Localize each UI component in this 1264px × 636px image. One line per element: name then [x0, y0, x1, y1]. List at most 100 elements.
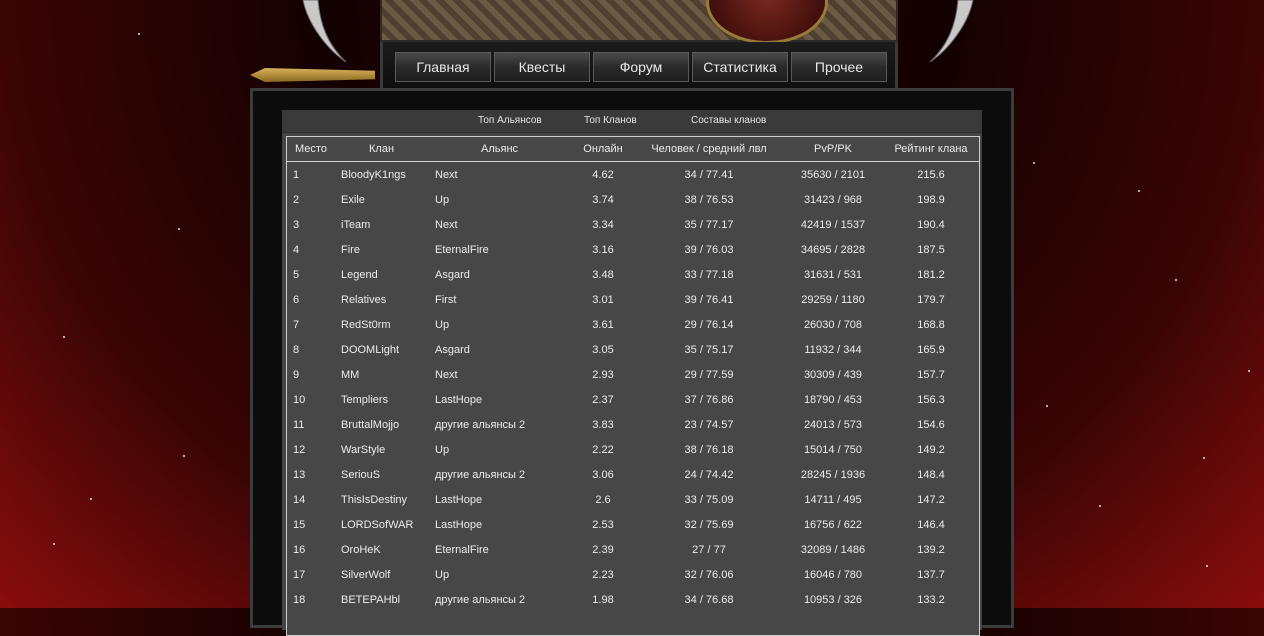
main-navigation: Главная Квесты Форум Статистика Прочее	[380, 42, 898, 90]
cell-rating-text: 139.2	[917, 544, 945, 556]
cell-rating-text: 157.7	[917, 369, 945, 381]
cell-place: 12	[293, 444, 306, 456]
cell-place: 18	[293, 594, 306, 606]
cell-people-text: 32 / 76.06	[684, 569, 734, 581]
statistics-subnav: Топ Альянсов Топ Кланов Составы кланов	[282, 110, 982, 133]
main-content: Топ Альянсов Топ Кланов Составы кланов М…	[282, 110, 982, 636]
cell-alliance: EternalFire	[435, 544, 489, 556]
header-clan: Клан	[369, 143, 395, 155]
cell-people-text: 35 / 77.17	[684, 219, 734, 231]
table-row: 16 OroHeK EternalFire 2.39 27 / 77 32089 / 14…	[287, 538, 979, 563]
header-people: Человек / средний лвл	[651, 143, 767, 155]
cell-rating-text: 165.9	[917, 344, 945, 356]
cell-clan: Legend	[341, 269, 378, 281]
cell-place: 14	[293, 494, 306, 506]
cell-online-text: 2.6	[595, 494, 611, 506]
table-row: 10 Templiers LastHope 2.37 37 / 76.86 18790 /…	[287, 388, 979, 413]
cell-alliance: другие альянсы 2	[435, 419, 526, 431]
cell-clan: MM	[341, 369, 360, 381]
cell-people-text: 39 / 76.41	[684, 294, 734, 306]
cell-online-text: 2.23	[592, 569, 614, 581]
header-online: Онлайн	[583, 143, 623, 155]
cell-online-text: 3.83	[592, 419, 614, 431]
cell-place: 10	[293, 394, 306, 406]
cell-pvp-text: 18790 / 453	[803, 394, 863, 406]
cell-clan: Exile	[341, 194, 365, 206]
cell-online-text: 3.01	[592, 294, 614, 306]
cell-pvp-text: 28245 / 1936	[800, 469, 866, 481]
cell-clan: LORDSofWAR	[341, 519, 414, 531]
cell-rating-text: 137.7	[917, 569, 945, 581]
cell-clan: ThisIsDestiny	[341, 494, 408, 506]
cell-online-text: 3.48	[592, 269, 614, 281]
cell-pvp-text: 16756 / 622	[803, 519, 863, 531]
cell-people-text: 37 / 76.86	[684, 394, 734, 406]
nav-statistics-button[interactable]: Статистика	[692, 52, 788, 82]
cell-place: 13	[293, 469, 306, 481]
cell-people-text: 24 / 74.42	[684, 469, 734, 481]
cell-place: 6	[293, 294, 300, 306]
cell-rating-text: 190.4	[917, 219, 945, 231]
cell-pvp-text: 42419 / 1537	[800, 219, 866, 231]
cell-place: 1	[293, 169, 300, 181]
header-rating: Рейтинг клана	[894, 143, 968, 155]
cell-place: 8	[293, 344, 300, 356]
subnav-clan-rosters-link[interactable]: Составы кланов	[691, 115, 766, 126]
cell-clan: BruttalMojjo	[341, 419, 400, 431]
nav-other-button[interactable]: Прочее	[791, 52, 887, 82]
cell-people-text: 35 / 75.17	[684, 344, 734, 356]
cell-alliance: Up	[435, 444, 450, 456]
table-row: 13 SeriouS другие альянсы 2 3.06 24 / 74.42 2…	[287, 463, 979, 488]
cell-online-text: 3.61	[592, 319, 614, 331]
cell-online-text: 3.74	[592, 194, 614, 206]
cell-place: 2	[293, 194, 300, 206]
cell-place: 17	[293, 569, 306, 581]
cell-people-text: 34 / 76.68	[684, 594, 734, 606]
cell-clan: BETEPAHbl	[341, 594, 401, 606]
cell-place: 9	[293, 369, 300, 381]
cell-pvp-text: 31631 / 531	[803, 269, 863, 281]
cell-rating-text: 198.9	[917, 194, 945, 206]
table-row: 1 BloodyK1ngs Next 4.62 34 / 77.41 35630 / 21…	[287, 163, 979, 188]
table-row: 15 LORDSofWAR LastHope 2.53 32 / 75.69 16756 …	[287, 513, 979, 538]
nav-quests-button[interactable]: Квесты	[494, 52, 590, 82]
cell-pvp-text: 32089 / 1486	[800, 544, 866, 556]
cell-rating-text: 187.5	[917, 244, 945, 256]
cell-pvp-text: 35630 / 2101	[800, 169, 866, 181]
table-row: 6 Relatives First 3.01 39 / 76.41 29259 / 118…	[287, 288, 979, 313]
cell-people-text: 39 / 76.03	[684, 244, 734, 256]
cell-online-text: 4.62	[592, 169, 614, 181]
cell-pvp-text: 26030 / 708	[803, 319, 863, 331]
cell-place: 7	[293, 319, 300, 331]
nav-main-button[interactable]: Главная	[395, 52, 491, 82]
cell-rating-text: 154.6	[917, 419, 945, 431]
table-row: 18 BETEPAHbl другие альянсы 2 1.98 34 / 76.6…	[287, 588, 979, 613]
cell-rating-text: 133.2	[917, 594, 945, 606]
table-row: 5 Legend Asgard 3.48 33 / 77.18 31631 / 531 18…	[287, 263, 979, 288]
cell-pvp-text: 34695 / 2828	[800, 244, 866, 256]
subnav-top-alliances-link[interactable]: Топ Альянсов	[478, 115, 542, 126]
nav-forum-button[interactable]: Форум	[593, 52, 689, 82]
cell-pvp-text: 31423 / 968	[803, 194, 863, 206]
cell-place: 15	[293, 519, 306, 531]
cell-place: 3	[293, 219, 300, 231]
cell-place: 11	[293, 419, 305, 431]
table-row: 3 iTeam Next 3.34 35 / 77.17 42419 / 1537 190.…	[287, 213, 979, 238]
cell-clan: SilverWolf	[341, 569, 391, 581]
cell-online-text: 2.53	[592, 519, 614, 531]
cell-rating-text: 146.4	[917, 519, 945, 531]
cell-people-text: 23 / 74.57	[684, 419, 734, 431]
cell-online-text: 2.93	[592, 369, 614, 381]
cell-clan: DOOMLight	[341, 344, 400, 356]
cell-online-text: 2.22	[592, 444, 614, 456]
cell-rating-text: 148.4	[917, 469, 945, 481]
cell-people-text: 29 / 76.14	[684, 319, 734, 331]
cell-clan: Relatives	[341, 294, 387, 306]
cell-online-text: 3.05	[592, 344, 614, 356]
sword-ornament	[250, 68, 375, 82]
cell-alliance: EternalFire	[435, 244, 489, 256]
left-blade-ornament	[302, 0, 347, 63]
cell-people-text: 38 / 76.18	[684, 444, 734, 456]
subnav-top-clans-link[interactable]: Топ Кланов	[584, 115, 637, 126]
cell-clan: SeriouS	[341, 469, 381, 481]
